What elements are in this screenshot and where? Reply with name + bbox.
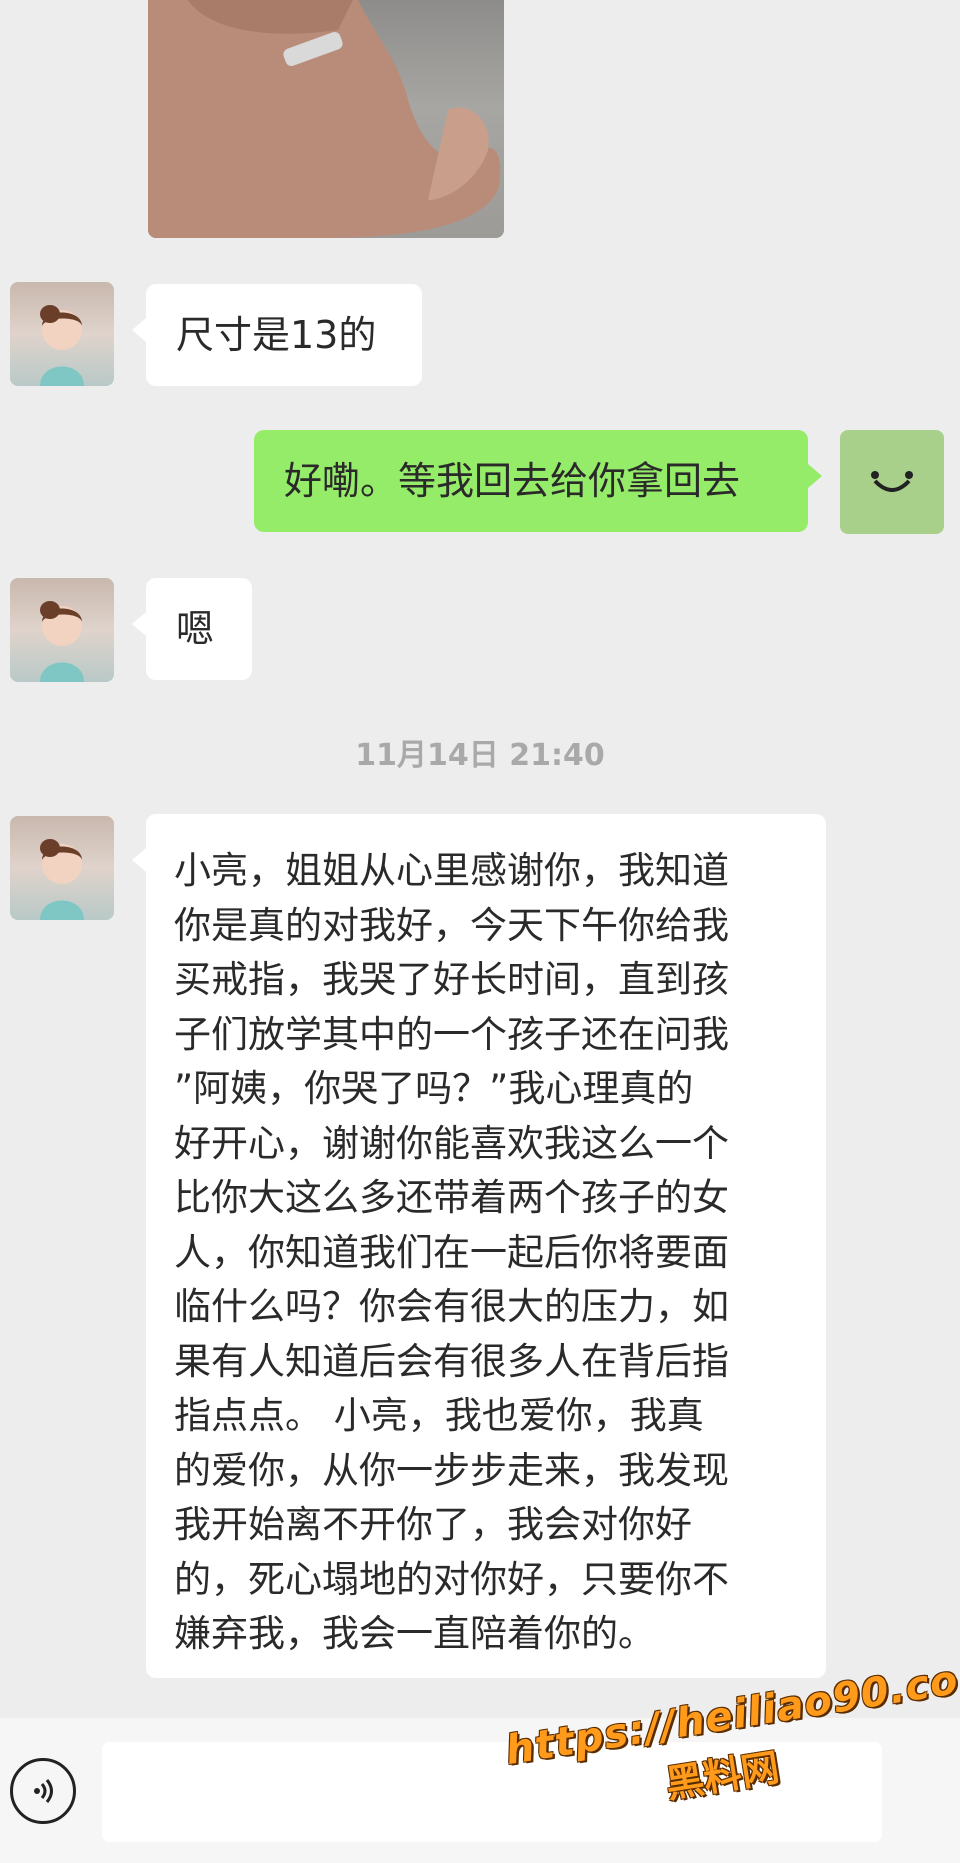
message-timestamp: 11月14日 21:40 [355, 738, 605, 773]
contact-avatar[interactable] [10, 578, 114, 682]
my-avatar[interactable] [840, 430, 944, 534]
girl-avatar-icon [40, 305, 84, 386]
contact-avatar[interactable] [10, 282, 114, 386]
girl-avatar-icon [40, 601, 84, 682]
girl-avatar-icon [40, 839, 84, 920]
message-bubble[interactable]: 小亮，姐姐从心里感谢你，我知道 你是真的对我好，今天下午你给我 买戒指，我哭了好… [132, 814, 826, 1678]
message-bubble[interactable]: 嗯 [132, 578, 252, 680]
hand-image [148, 0, 501, 238]
message-text: 尺寸是13的 [176, 313, 377, 357]
voice-icon [34, 1779, 53, 1803]
message-text: 好嘞。等我回去给你拿回去 [284, 459, 741, 503]
message-bubble-sent[interactable]: 好嘞。等我回去给你拿回去 [254, 430, 822, 532]
ring-photo[interactable] [148, 0, 504, 238]
message-bubble[interactable]: 尺寸是13的 [132, 284, 422, 386]
voice-button[interactable] [10, 1758, 76, 1824]
message-text: 小亮，姐姐从心里感谢你，我知道 你是真的对我好，今天下午你给我 买戒指，我哭了好… [174, 849, 729, 1655]
smile-icon [871, 471, 913, 492]
message-text: 嗯 [176, 607, 215, 651]
contact-avatar[interactable] [10, 816, 114, 920]
